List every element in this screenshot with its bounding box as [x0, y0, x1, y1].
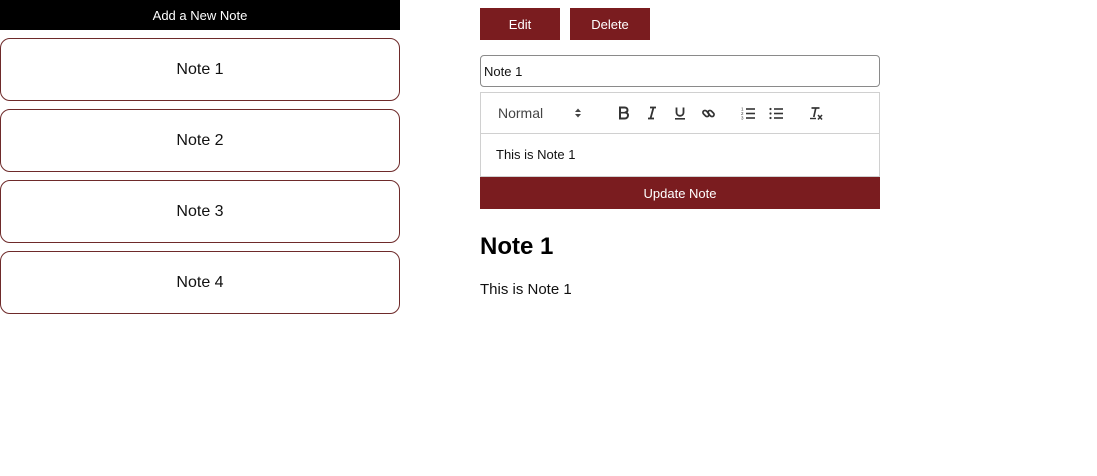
bullet-list-icon[interactable]	[762, 101, 790, 125]
underline-icon[interactable]	[666, 101, 694, 125]
italic-icon[interactable]	[638, 101, 666, 125]
format-select[interactable]: Normal	[498, 105, 584, 121]
add-note-button[interactable]: Add a New Note	[0, 0, 400, 30]
delete-button[interactable]: Delete	[570, 8, 650, 40]
ordered-list-icon[interactable]: 123	[734, 101, 762, 125]
editor-content[interactable]: This is Note 1	[481, 134, 879, 176]
select-arrows-icon	[574, 107, 582, 119]
format-select-value: Normal	[498, 105, 544, 121]
clear-format-icon[interactable]	[802, 101, 830, 125]
update-note-button[interactable]: Update Note	[480, 177, 880, 209]
edit-button[interactable]: Edit	[480, 8, 560, 40]
notes-sidebar: Add a New Note Note 1 Note 2 Note 3 Note…	[0, 0, 400, 322]
note-actions: Edit Delete	[480, 8, 880, 40]
note-title-input[interactable]	[480, 55, 880, 87]
bold-icon[interactable]	[610, 101, 638, 125]
preview-title: Note 1	[480, 233, 554, 260]
editor-toolbar: Normal 123	[481, 93, 879, 134]
preview-body: This is Note 1	[480, 281, 572, 298]
note-list: Note 1 Note 2 Note 3 Note 4	[0, 38, 400, 314]
note-editor-panel: Edit Delete Normal	[480, 8, 880, 298]
note-card[interactable]: Note 2	[0, 109, 400, 172]
svg-text:3: 3	[741, 116, 744, 121]
note-card[interactable]: Note 1	[0, 38, 400, 101]
rich-text-editor: Normal 123 This is Note 1	[480, 92, 880, 177]
note-card[interactable]: Note 4	[0, 251, 400, 314]
link-icon[interactable]	[694, 101, 722, 125]
note-card[interactable]: Note 3	[0, 180, 400, 243]
